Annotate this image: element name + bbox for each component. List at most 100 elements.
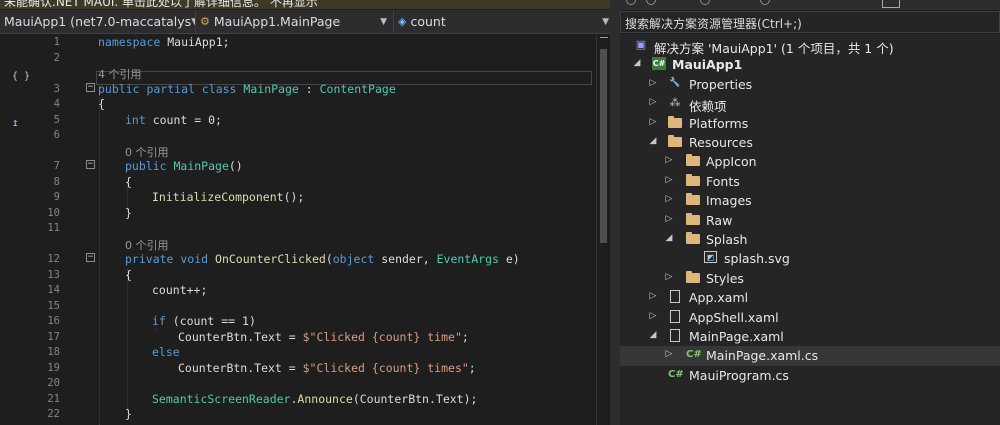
info-bar-text[interactable]: 未能确认.NET MAUI. 单击此处以了解详细信息。 不再显示 xyxy=(4,0,318,9)
code-line: 13 { xyxy=(0,268,596,283)
code-line: 6 xyxy=(0,128,596,143)
colon: : xyxy=(298,81,320,96)
collapse-arrow-icon[interactable]: ▷ xyxy=(664,175,674,185)
code-line: 12 − private void OnCounterClicked(objec… xyxy=(0,252,596,267)
tree-item-mainpage-xaml[interactable]: ◢ MainPage.xaml xyxy=(620,327,1000,346)
collapse-arrow-icon[interactable]: ▷ xyxy=(648,78,658,88)
class-dropdown[interactable]: ⚙ MauiApp1.MainPage ▼ xyxy=(196,10,394,33)
keyword: public partial class xyxy=(98,81,237,96)
member-dropdown[interactable]: ◈ count ▼ xyxy=(394,10,616,33)
tree-item-mauiprogram-cs[interactable]: C# MauiProgram.cs xyxy=(620,366,1000,385)
expand-arrow-icon[interactable]: ◢ xyxy=(648,330,658,340)
base-class-name: ContentPage xyxy=(319,81,396,96)
editor-scrollbar[interactable] xyxy=(596,35,610,425)
collapse-arrow-icon[interactable]: ▷ xyxy=(664,349,674,359)
fold-toggle-icon[interactable]: − xyxy=(86,82,95,92)
string-literal: $"Clicked {count} times" xyxy=(302,360,469,375)
tree-item-properties[interactable]: ▷ 🔧 Properties xyxy=(620,75,1000,94)
code-line: 17 CounterBtn.Text = $"Clicked {count} t… xyxy=(0,330,596,345)
collapse-arrow-icon[interactable]: ▷ xyxy=(664,194,674,204)
tree-item-app-xaml[interactable]: ▷ App.xaml xyxy=(620,288,1000,307)
codelens-references[interactable]: 4 个引用 xyxy=(98,66,142,82)
keyword: if xyxy=(152,314,166,328)
sync-icon[interactable] xyxy=(700,0,710,5)
tree-item-label: MauiApp1 xyxy=(672,57,743,73)
back-icon[interactable] xyxy=(626,0,636,5)
codelens-row: 4 个引用 xyxy=(0,66,596,81)
collapse-arrow-icon[interactable]: ▷ xyxy=(648,311,658,321)
fold-toggle-icon[interactable]: − xyxy=(86,253,95,262)
line-number: 9 xyxy=(53,191,60,203)
tree-item-label: AppShell.xaml xyxy=(689,309,779,325)
line-number: 21 xyxy=(47,392,60,405)
tree-item-splash[interactable]: ◢ Splash xyxy=(620,230,1000,249)
collapse-arrow-icon[interactable]: ▷ xyxy=(664,214,674,224)
tree-item-appshell-xaml[interactable]: ▷ AppShell.xaml xyxy=(620,308,1000,327)
folder-icon xyxy=(668,115,682,128)
tree-item-resources[interactable]: ◢ Resources xyxy=(620,133,1000,152)
codelens-row: 0 个引用 xyxy=(0,144,596,159)
solution-explorer-search[interactable]: 搜索解决方案资源管理器(Ctrl+;) xyxy=(620,11,1000,33)
split-editor-icon[interactable] xyxy=(600,37,608,42)
expand-arrow-icon[interactable]: ◢ xyxy=(664,233,674,243)
line-number: 22 xyxy=(47,408,60,420)
tree-item-fonts[interactable]: ▷ Fonts xyxy=(620,172,1000,191)
semicolon: ; xyxy=(461,329,469,344)
folder-icon xyxy=(686,193,700,206)
line-number: 17 xyxy=(47,330,60,343)
collapse-arrow-icon[interactable]: ▷ xyxy=(648,117,658,127)
properties-icon[interactable] xyxy=(882,0,900,8)
tree-item-dependencies[interactable]: ▷ ⁂ 依赖项 xyxy=(620,94,1000,114)
keyword: public xyxy=(125,159,167,173)
tree-item-solution[interactable]: ▣ 解决方案 'MauiApp1' (1 个项目，共 1 个) xyxy=(620,36,1000,56)
tree-item-raw[interactable]: ▷ Raw xyxy=(620,211,1000,230)
expand-arrow-icon[interactable]: ◢ xyxy=(648,136,658,146)
collapse-arrow-icon[interactable]: ▷ xyxy=(664,272,674,282)
tree-item-appicon[interactable]: ▷ AppIcon xyxy=(620,152,1000,171)
brace: { xyxy=(125,174,132,189)
code-line: 8 { xyxy=(0,175,596,190)
refresh-icon[interactable] xyxy=(760,0,770,5)
tree-item-platforms[interactable]: ▷ Platforms xyxy=(620,114,1000,133)
codelens-references[interactable]: 0 个引用 xyxy=(125,237,169,253)
tree-item-label: Platforms xyxy=(689,115,749,131)
collapse-arrow-icon[interactable]: ▷ xyxy=(648,97,658,107)
tree-item-images[interactable]: ▷ Images xyxy=(620,191,1000,210)
collapse-arrow-icon[interactable]: ▷ xyxy=(648,291,658,301)
collapse-arrow-icon[interactable]: ▷ xyxy=(664,155,674,165)
folder-icon xyxy=(686,232,700,244)
fold-toggle-icon[interactable]: − xyxy=(86,160,95,169)
statement: count++; xyxy=(152,283,208,297)
parens: (); xyxy=(283,190,305,204)
keyword: else xyxy=(152,345,180,359)
tree-item-mainpage-xaml-cs[interactable]: ▷ C# MainPage.xaml.cs xyxy=(620,346,1000,366)
code-editor[interactable]: { } ↥ 1 namespace MauiApp1; 2 4 个引用 3 − … xyxy=(0,35,610,425)
tree-item-label: AppIcon xyxy=(706,154,757,170)
folder-icon xyxy=(686,173,700,186)
field-icon: ◈ xyxy=(398,15,407,28)
folder-icon xyxy=(686,270,700,283)
method-name: OnCounterClicked xyxy=(215,252,326,266)
class-dropdown-label: MauiApp1.MainPage xyxy=(213,14,341,29)
line-number: 2 xyxy=(53,51,60,64)
csharp-file-icon: C# xyxy=(686,349,702,361)
csharp-project-icon: C# xyxy=(652,57,666,71)
member-dropdown-label: count xyxy=(410,14,446,29)
project-dropdown[interactable]: MauiApp1 (net7.0-maccatalys ▼ xyxy=(0,10,196,33)
scrollbar-thumb[interactable] xyxy=(600,49,607,243)
tree-item-label: Styles xyxy=(706,270,744,286)
solution-icon: ▣ xyxy=(635,38,647,51)
expand-arrow-icon[interactable]: ◢ xyxy=(632,58,642,68)
tree-item-splash-svg[interactable]: ◩ splash.svg xyxy=(620,249,1000,268)
tree-item-project[interactable]: ◢ C# MauiApp1 xyxy=(620,55,1000,74)
project-dropdown-label: MauiApp1 (net7.0-maccatalys xyxy=(4,14,192,29)
folder-icon xyxy=(686,212,700,225)
codelens-row: 0 个引用 xyxy=(0,237,596,252)
codelens-references[interactable]: 0 个引用 xyxy=(125,144,169,160)
csharp-file-icon: C# xyxy=(668,368,684,380)
forward-icon[interactable] xyxy=(646,0,656,5)
xaml-file-icon xyxy=(670,309,680,323)
tree-item-styles[interactable]: ▷ Styles xyxy=(620,269,1000,288)
panel-splitter[interactable] xyxy=(610,0,620,425)
code-line: 1 namespace MauiApp1; xyxy=(0,35,596,50)
